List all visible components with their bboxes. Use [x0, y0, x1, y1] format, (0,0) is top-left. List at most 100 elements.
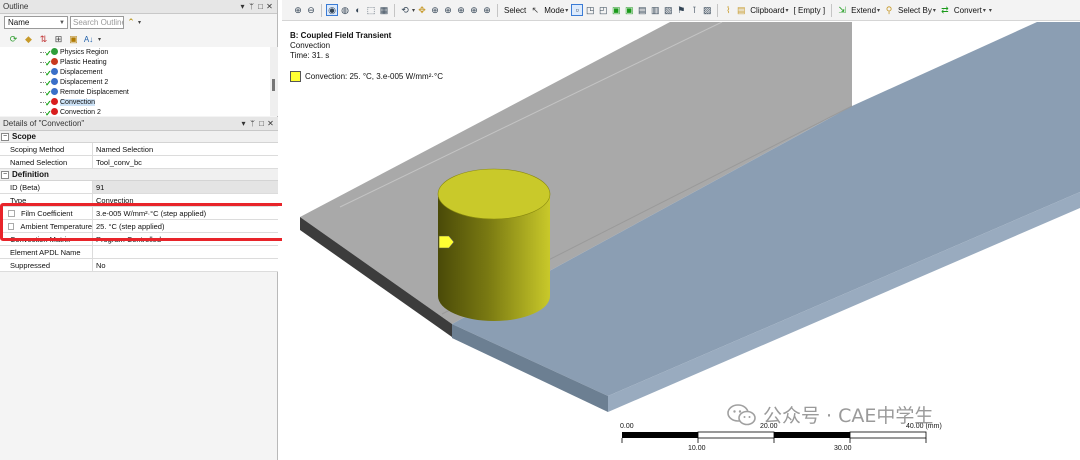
tree-item[interactable]: ✓ Plastic Heating	[0, 57, 270, 68]
collapse-icon[interactable]: ▣	[68, 34, 79, 45]
convert-menu[interactable]: Convert ▾	[952, 6, 988, 15]
tree-item-label: Convection 2	[60, 108, 101, 116]
maximize-icon[interactable]: □	[256, 2, 265, 11]
search-up-icon[interactable]: ⌃	[126, 17, 136, 28]
alphabetical-sort-icon[interactable]: A↓	[83, 34, 94, 45]
definition-section-header[interactable]: − Definition	[0, 169, 278, 181]
shaded-view-icon[interactable]: ◉	[326, 4, 338, 16]
select-tool-icon[interactable]: ▧	[662, 4, 674, 16]
previous-view-icon[interactable]: ⊕	[481, 4, 493, 16]
type-row[interactable]: Type Convection	[0, 194, 278, 207]
section-icon[interactable]: ◐	[352, 4, 364, 16]
boundary-condition-icon: ✓	[45, 97, 58, 108]
ambient-temperature-value[interactable]: 25. °C (step applied)	[93, 220, 278, 232]
display-icon[interactable]: ▨	[701, 4, 713, 16]
select-mesh-icon[interactable]: ▥	[649, 4, 661, 16]
type-value[interactable]: Convection	[93, 194, 278, 206]
tree-item[interactable]: ✓ Remote Displacement	[0, 87, 270, 98]
select-by-icon[interactable]: ⚲	[883, 4, 895, 16]
overflow-chevron-icon[interactable]: ▾	[989, 7, 992, 14]
measure-icon[interactable]: ⊺	[688, 4, 700, 16]
collapse-icon[interactable]: −	[1, 132, 9, 141]
chevron-down-icon: ▾	[982, 7, 986, 14]
select-element-icon[interactable]: ▣	[623, 4, 635, 16]
tag-icon[interactable]: ◆	[23, 34, 34, 45]
convert-icon[interactable]: ⇄	[939, 4, 951, 16]
chevron-down-icon: ▾	[877, 7, 881, 14]
convection-matrix-row[interactable]: Convection Matrix Program Controlled	[0, 233, 278, 246]
collapse-icon[interactable]: −	[1, 170, 9, 179]
select-body-icon[interactable]: ▣	[610, 4, 622, 16]
close-icon[interactable]: ✕	[265, 2, 274, 11]
pan-icon[interactable]: ✥	[416, 4, 428, 16]
legend: Convection: 25. °C, 3.e-005 W/mm²·°C	[290, 71, 443, 82]
film-coefficient-value[interactable]: 3.e-005 W/mm²·°C (step applied)	[93, 207, 278, 219]
select-node-icon[interactable]: ▤	[636, 4, 648, 16]
graphics-viewport[interactable]: B: Coupled Field Transient Convection Ti…	[282, 22, 1080, 460]
maximize-icon[interactable]: □	[257, 119, 266, 128]
time-label: Time: 31. s	[290, 51, 330, 60]
zoom-box-icon[interactable]: ⊕	[442, 4, 454, 16]
select-menu[interactable]: Select	[502, 6, 528, 15]
clipboard-menu[interactable]: Clipboard ▾	[748, 6, 790, 15]
select-by-menu[interactable]: Select By ▾	[896, 6, 938, 15]
named-selection-value[interactable]: Tool_conv_bc	[93, 156, 278, 168]
scoping-method-value[interactable]: Named Selection	[93, 143, 278, 155]
chevron-down-icon[interactable]: ▾	[412, 7, 415, 14]
refresh-icon[interactable]: ⟳	[8, 34, 19, 45]
box-zoom-icon[interactable]: ⬚	[365, 4, 377, 16]
zoom-icon[interactable]: ⊕	[429, 4, 441, 16]
extend-icon[interactable]: ⇲	[836, 4, 848, 16]
chevron-down-icon[interactable]: ▾	[138, 19, 141, 26]
tree-item[interactable]: ✓ Convection	[0, 97, 270, 108]
search-outline-input[interactable]	[70, 16, 124, 29]
select-vertex-icon[interactable]: ▫	[571, 4, 584, 16]
film-coefficient-row[interactable]: Film Coefficient 3.e-005 W/mm²·°C (step …	[0, 207, 278, 220]
scoping-method-row[interactable]: Scoping Method Named Selection	[0, 143, 278, 156]
tree-item[interactable]: ✓ Convection 2	[0, 107, 270, 116]
probe-icon[interactable]: ⚑	[675, 4, 687, 16]
element-apdl-value[interactable]	[93, 246, 278, 258]
magnifier-icon[interactable]: ⊕	[468, 4, 480, 16]
suppressed-row[interactable]: Suppressed No	[0, 259, 278, 272]
zoom-fit-icon[interactable]: ⊕	[292, 4, 304, 16]
clipboard-icon[interactable]: ▤	[735, 4, 747, 16]
pin-icon[interactable]: ᛘ	[247, 2, 256, 11]
parameter-checkbox[interactable]	[8, 222, 15, 230]
extend-menu[interactable]: Extend ▾	[849, 6, 882, 15]
convection-matrix-value[interactable]: Program Controlled	[93, 233, 278, 245]
element-apdl-row[interactable]: Element APDL Name	[0, 246, 278, 259]
zoom-to-fit-icon[interactable]: ⊕	[455, 4, 467, 16]
close-icon[interactable]: ✕	[266, 119, 275, 128]
mode-menu[interactable]: Mode ▾	[542, 6, 570, 15]
chevron-down-icon: ▼	[59, 19, 65, 26]
scope-section-header[interactable]: − Scope	[0, 131, 278, 143]
chart-icon[interactable]: ⌇	[722, 4, 734, 16]
annotation-icon[interactable]: ▦	[378, 4, 390, 16]
parameter-checkbox[interactable]	[8, 209, 15, 217]
model-view[interactable]	[282, 22, 1080, 460]
cursor-icon[interactable]: ↖	[529, 4, 541, 16]
rotate-icon[interactable]: ⟲	[399, 4, 411, 16]
name-filter-select[interactable]: Name ▼	[4, 16, 68, 29]
chevron-down-icon[interactable]: ▾	[98, 36, 101, 43]
tree-item[interactable]: ✓ Physics Region	[0, 47, 270, 58]
tree-item[interactable]: ✓ Displacement	[0, 67, 270, 78]
suppressed-value[interactable]: No	[93, 259, 278, 271]
outline-title-bar: Outline ▾ ᛘ □ ✕	[0, 0, 277, 14]
ambient-temperature-row[interactable]: Ambient Temperature 25. °C (step applied…	[0, 220, 278, 233]
pin-icon[interactable]: ᛘ	[248, 119, 257, 128]
tree-item[interactable]: ✓ Displacement 2	[0, 77, 270, 88]
expand-all-icon[interactable]: ⊞	[53, 34, 64, 45]
cylinder-top[interactable]	[437, 168, 551, 220]
dropdown-icon[interactable]: ▾	[239, 119, 248, 128]
select-face-icon[interactable]: ◰	[597, 4, 609, 16]
wireframe-icon[interactable]: ◍	[339, 4, 351, 16]
zoom-out-icon[interactable]: ⊖	[305, 4, 317, 16]
select-edge-icon[interactable]: ◳	[584, 4, 596, 16]
scrollbar-thumb[interactable]	[272, 79, 275, 91]
dropdown-icon[interactable]: ▾	[238, 2, 247, 11]
named-selection-row[interactable]: Named Selection Tool_conv_bc	[0, 156, 278, 169]
sort-icon[interactable]: ⇅	[38, 34, 49, 45]
tree-scrollbar[interactable]	[270, 47, 278, 116]
